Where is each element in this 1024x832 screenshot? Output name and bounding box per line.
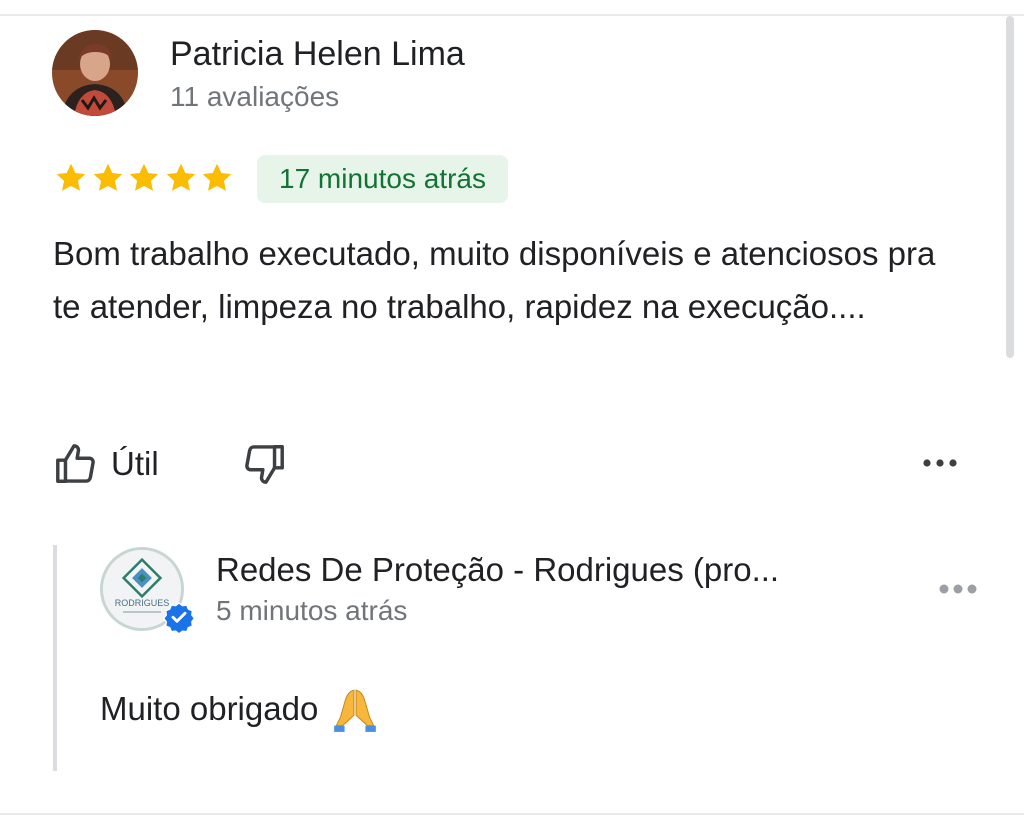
not-useful-button[interactable]	[238, 438, 290, 490]
star-icon	[56, 163, 86, 191]
owner-name[interactable]: Redes De Proteção - Rodrigues (pro...	[216, 550, 896, 590]
verified-badge-icon	[163, 602, 195, 633]
useful-label: Útil	[111, 445, 159, 482]
review-time-badge: 17 minutos atrás	[257, 155, 508, 203]
bottom-divider	[0, 813, 1024, 815]
reply-more-button[interactable]	[936, 574, 980, 604]
reply-indent-bar	[53, 545, 57, 771]
star-icon	[93, 163, 122, 191]
useful-button[interactable]: Útil	[53, 436, 159, 492]
thumbs-down-icon	[245, 445, 284, 484]
owner-logo-text: RODRIGUES	[115, 598, 170, 608]
more-horizontal-icon	[939, 584, 977, 594]
top-divider	[0, 14, 1024, 16]
star-rating	[53, 160, 236, 198]
thumbs-up-icon	[56, 444, 95, 483]
owner-reply-text: Muito obrigado	[100, 684, 380, 734]
reviewer-review-count: 11 avaliações	[170, 81, 340, 112]
star-icon	[202, 163, 232, 191]
owner-reply-time: 5 minutos atrás	[216, 595, 408, 626]
review-text: Bom trabalho executado, muito disponívei…	[53, 235, 936, 325]
reviewer-avatar[interactable]	[52, 30, 138, 116]
reviewer-name[interactable]: Patricia Helen Lima	[170, 34, 465, 74]
star-icon	[129, 163, 159, 191]
star-icon	[166, 163, 195, 191]
praying-hands-icon	[334, 689, 377, 732]
owner-reply-message: Muito obrigado	[100, 690, 319, 727]
scrollbar[interactable]	[1006, 16, 1014, 358]
review-more-button[interactable]	[918, 448, 962, 478]
more-horizontal-icon	[923, 459, 957, 467]
